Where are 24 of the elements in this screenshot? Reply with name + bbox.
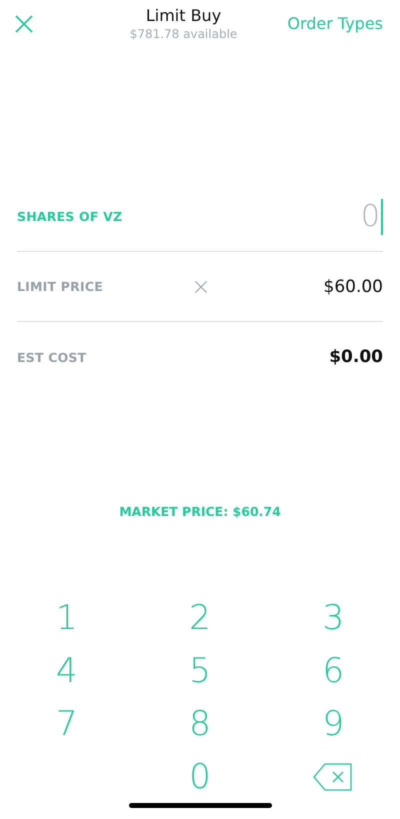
text-cursor bbox=[381, 198, 383, 235]
keypad-key[interactable]: 4 bbox=[32, 648, 102, 694]
page-title: Limit Buy bbox=[146, 6, 222, 26]
order-types-button[interactable]: Order Types bbox=[287, 14, 383, 34]
market-price: MARKET PRICE: $60.74 bbox=[118, 504, 282, 520]
clear-icon[interactable] bbox=[194, 280, 208, 294]
backspace-icon bbox=[313, 762, 354, 791]
shares-input-field[interactable]: 0 bbox=[340, 199, 380, 234]
limit-price-value[interactable]: $60.00 bbox=[324, 276, 383, 297]
field-label: EST COST bbox=[17, 350, 86, 365]
available-balance: $781.78 available bbox=[130, 26, 238, 42]
keypad-key[interactable]: 9 bbox=[298, 700, 368, 747]
keypad-key[interactable]: 3 bbox=[298, 594, 368, 641]
keypad-key[interactable]: 2 bbox=[164, 594, 235, 641]
keypad-key[interactable]: 7 bbox=[32, 700, 102, 747]
field-label: SHARES OF VZ bbox=[17, 209, 122, 224]
close-icon[interactable] bbox=[14, 14, 34, 34]
keypad-key[interactable]: 5 bbox=[164, 648, 235, 694]
keypad-key[interactable]: 1 bbox=[32, 594, 102, 641]
keypad-key[interactable]: 0 bbox=[164, 754, 235, 800]
keypad-key[interactable]: 8 bbox=[164, 700, 235, 747]
estimated-cost-value: $0.00 bbox=[329, 347, 383, 368]
field-label: LIMIT PRICE bbox=[17, 279, 103, 294]
keypad-key[interactable]: 6 bbox=[298, 648, 368, 694]
